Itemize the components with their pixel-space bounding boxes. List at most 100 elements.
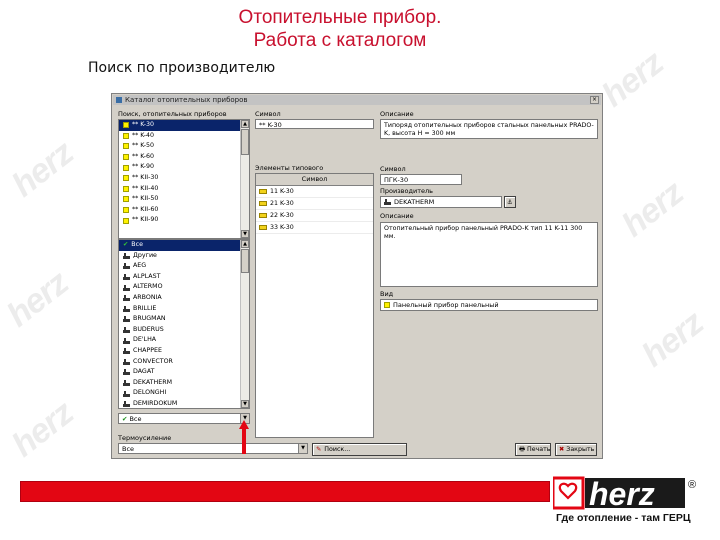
element-row[interactable]: 21 K-30 [256, 198, 373, 210]
manufacturer-list-label: DEKATHERM [133, 378, 173, 386]
type-list-item[interactable]: ** K-40 [119, 131, 249, 142]
type-list-item[interactable]: ** KII-40 [119, 184, 249, 195]
comfort-combo[interactable]: Все ▼ [118, 443, 308, 454]
comfort-label: Термоусиление [118, 434, 172, 442]
kind-field[interactable]: Панельный прибор панельный [380, 299, 598, 311]
manufacturer-list-label: DE'LHA [133, 336, 157, 344]
close-button-label: Закрыть [566, 446, 595, 453]
type-list-label: ** K-60 [132, 152, 155, 160]
kind-value: Панельный прибор панельный [393, 301, 499, 309]
scroll-thumb[interactable] [241, 129, 249, 155]
footer-red-bar-border [20, 481, 550, 502]
manufacturer-list-item[interactable]: DEMIRDOKUM [119, 399, 249, 408]
type-list-label: ** KII-60 [132, 205, 159, 213]
manufacturer-value: DEKATHERM [394, 198, 435, 206]
manufacturer-list[interactable]: ✔ Все Другие AEG ALPLAST ALTERMO ARBONIA BRILLI… [118, 239, 250, 409]
manufacturer-list-label: ARBONIA [133, 293, 162, 301]
manufacturer-list-label: ALTERMO [133, 283, 163, 291]
element-row[interactable]: 22 K-30 [256, 210, 373, 222]
type-list-label: ** KII-30 [132, 173, 159, 181]
manufacturer-list-label: BRILLIE [133, 304, 157, 312]
check-icon: ✔ [122, 414, 128, 423]
types-list[interactable]: ** K-30 ** K-40 ** K-50 ** K-60 ** K-90 ** KI… [118, 119, 250, 239]
type-list-item[interactable]: ** K-90 [119, 162, 249, 173]
slide-title: Отопительные прибор. Работа с каталогом [0, 6, 680, 52]
factory-icon [123, 284, 130, 291]
model-field[interactable]: ПГК-30 [380, 174, 462, 185]
radiator-icon [259, 225, 267, 230]
search-icon: ✎ [316, 446, 322, 453]
scroll-down-icon[interactable]: ▼ [241, 230, 249, 238]
chevron-down-icon[interactable]: ▼ [298, 444, 307, 453]
type-list-item[interactable]: ** KII-90 [119, 215, 249, 226]
factory-icon [123, 401, 130, 408]
open-manufacturer-button[interactable]: ⚓ [504, 196, 516, 208]
search-button[interactable]: ✎ Поиск... [312, 443, 407, 456]
type-list-label: ** KII-50 [132, 195, 159, 203]
manufacturer-list-item[interactable]: CHAPPEE [119, 346, 249, 357]
manufacturer-list-item[interactable]: DELONGHI [119, 388, 249, 399]
manufacturer-list-item[interactable]: BRILLIE [119, 304, 249, 315]
type-list-label: ** KII-90 [132, 216, 159, 224]
slide-title-line1: Отопительные прибор. [238, 7, 442, 28]
window-titlebar[interactable]: Каталог отопительных приборов × [113, 95, 601, 105]
type-list-item[interactable]: ** KII-60 [119, 205, 249, 216]
manufacturer-list-item[interactable]: DEKATHERM [119, 378, 249, 389]
print-button[interactable]: 🖶 Печать [515, 443, 551, 456]
manufacturer-list-item[interactable]: Другие [119, 251, 249, 262]
manufacturer-scrollbar[interactable]: ▲ ▼ [240, 240, 249, 408]
factory-icon [123, 316, 130, 323]
manufacturer-list-item[interactable]: ALPLAST [119, 272, 249, 283]
manufacturer-list-item[interactable]: DE'LHA [119, 335, 249, 346]
factory-icon [123, 380, 130, 387]
manufacturer-list-item[interactable]: ✔ Все [119, 240, 249, 251]
exit-icon: ✖ [559, 446, 565, 453]
manufacturer-field[interactable]: DEKATHERM [380, 196, 502, 208]
note-label: Описание [380, 212, 414, 220]
note-field[interactable]: Отопительный прибор панельный PRADO-K ти… [380, 222, 598, 287]
manufacturer-list-item[interactable]: AEG [119, 261, 249, 272]
manufacturer-filter-combo[interactable]: ✔ Все ▼ [118, 413, 250, 424]
radiator-type-icon [123, 143, 129, 150]
manufacturer-list-item[interactable]: DAGAT [119, 367, 249, 378]
radiator-icon [259, 213, 267, 218]
close-button[interactable]: ✖ Закрыть [555, 443, 597, 456]
radiator-type-icon [123, 217, 129, 224]
close-icon[interactable]: × [590, 96, 599, 104]
type-list-label: ** K-50 [132, 142, 155, 150]
model-label: Символ [380, 165, 406, 173]
description-label: Описание [380, 110, 414, 118]
manufacturer-list-item[interactable]: ARBONIA [119, 293, 249, 304]
symbol-field[interactable]: ** K-30 [255, 119, 374, 129]
radiator-type-icon [123, 132, 129, 139]
scroll-thumb[interactable] [241, 249, 249, 273]
type-list-item[interactable]: ** K-60 [119, 152, 249, 163]
element-row[interactable]: 11 K-30 [256, 186, 373, 198]
elements-header[interactable]: Символ [256, 174, 373, 186]
element-row[interactable]: 33 K-30 [256, 222, 373, 234]
factory-icon [123, 358, 130, 365]
catalog-window: Каталог отопительных приборов × Поиск, о… [111, 93, 603, 459]
type-list-item[interactable]: ** K-30 [119, 120, 249, 131]
description-field[interactable]: Типоряд отопительных приборов стальных п… [380, 119, 598, 139]
manufacturer-list-label: AEG [133, 262, 147, 270]
type-list-item[interactable]: ** K-50 [119, 141, 249, 152]
type-list-item[interactable]: ** KII-50 [119, 194, 249, 205]
radiator-type-icon [123, 207, 129, 214]
scroll-up-icon[interactable]: ▲ [241, 240, 249, 248]
radiator-type-icon [123, 175, 129, 182]
svg-text:®: ® [688, 479, 696, 491]
manufacturer-list-item[interactable]: BUDERUS [119, 325, 249, 336]
manufacturer-list-label: CHAPPEE [133, 346, 162, 354]
types-scrollbar[interactable]: ▲ ▼ [240, 120, 249, 238]
elements-table[interactable]: Символ 11 K-30 21 K-30 22 K-30 33 K-30 [255, 173, 374, 438]
manufacturer-list-label: CONVECTOR [133, 357, 173, 365]
manufacturer-list-item[interactable]: CONVECTOR [119, 357, 249, 368]
factory-icon [123, 348, 130, 355]
type-list-item[interactable]: ** KII-30 [119, 173, 249, 184]
manufacturer-list-item[interactable]: BRUGMAN [119, 314, 249, 325]
scroll-down-icon[interactable]: ▼ [241, 400, 249, 408]
manufacturer-list-item[interactable]: ALTERMO [119, 282, 249, 293]
manufacturer-filter-value: Все [129, 414, 142, 423]
scroll-up-icon[interactable]: ▲ [241, 120, 249, 128]
